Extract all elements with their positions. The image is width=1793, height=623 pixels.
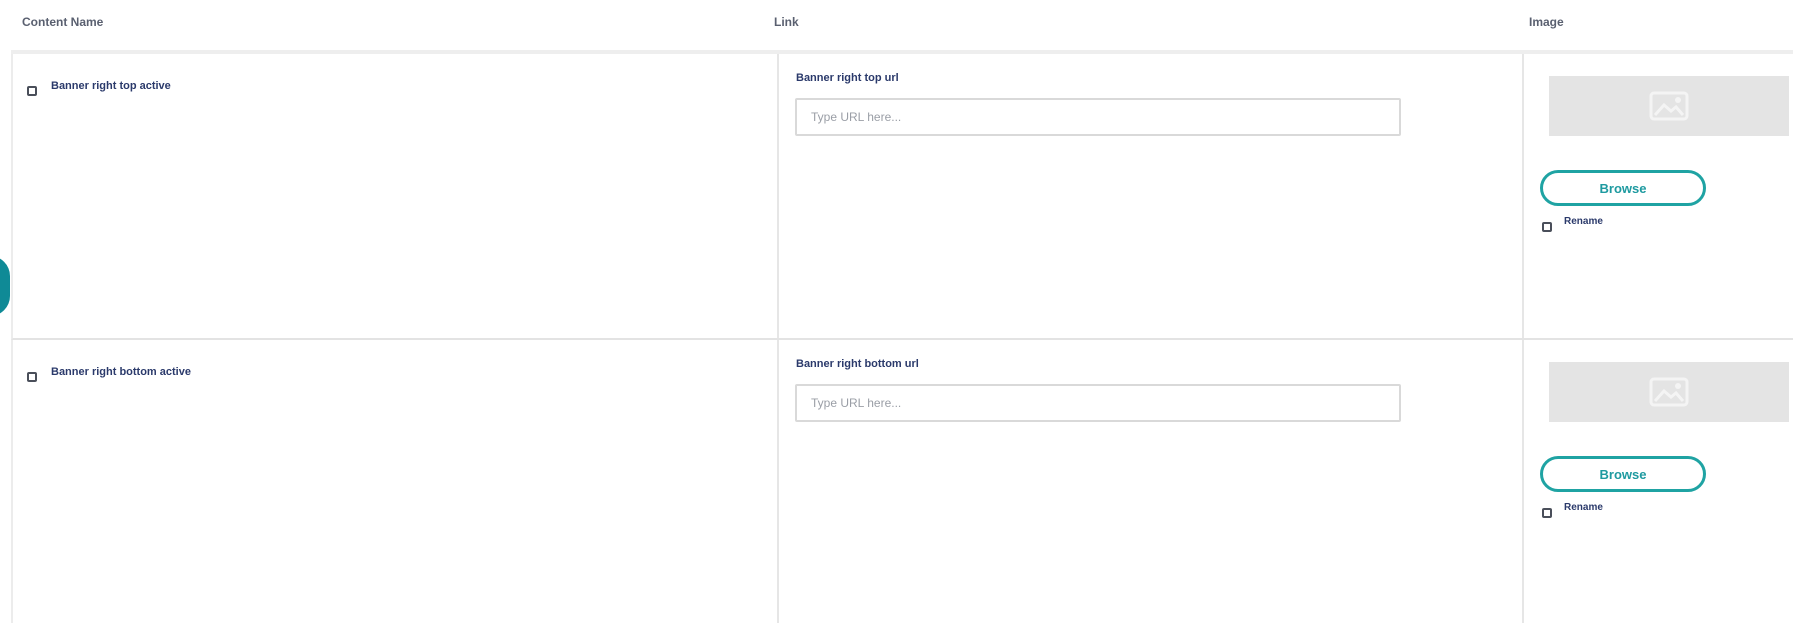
column-header-link: Link [774, 15, 799, 29]
rename-checkbox[interactable] [1542, 222, 1552, 232]
url-input[interactable] [795, 384, 1401, 422]
link-cell: Banner right top url [779, 54, 1524, 338]
rename-label: Rename [1564, 216, 1603, 227]
image-cell: Browse Rename [1524, 54, 1793, 338]
url-field-label: Banner right top url [796, 72, 899, 84]
content-table: Banner right top active Banner right top… [11, 50, 1793, 623]
content-name-label: Banner right top active [51, 80, 171, 92]
rename-label: Rename [1564, 502, 1603, 513]
rename-checkbox[interactable] [1542, 508, 1552, 518]
active-checkbox[interactable] [27, 372, 37, 382]
content-name-cell: Banner right bottom active [13, 340, 779, 623]
banner-content-editor: Content Name Link Image Banner right top… [0, 0, 1793, 623]
column-header-content-name: Content Name [22, 15, 104, 29]
image-icon [1649, 91, 1689, 121]
column-header-image: Image [1529, 15, 1564, 29]
url-input[interactable] [795, 98, 1401, 136]
table-header: Content Name Link Image [0, 0, 1793, 46]
image-icon [1649, 377, 1689, 407]
image-cell: Browse Rename [1524, 340, 1793, 623]
active-checkbox[interactable] [27, 86, 37, 96]
image-preview [1549, 76, 1789, 136]
table-row: Banner right bottom active Banner right … [11, 340, 1793, 623]
table-row: Banner right top active Banner right top… [11, 54, 1793, 340]
link-cell: Banner right bottom url [779, 340, 1524, 623]
content-name-label: Banner right bottom active [51, 366, 191, 378]
url-field-label: Banner right bottom url [796, 358, 919, 370]
image-preview [1549, 362, 1789, 422]
browse-button[interactable]: Browse [1540, 456, 1706, 492]
browse-button[interactable]: Browse [1540, 170, 1706, 206]
side-panel-toggle[interactable] [0, 256, 10, 316]
content-name-cell: Banner right top active [13, 54, 779, 338]
